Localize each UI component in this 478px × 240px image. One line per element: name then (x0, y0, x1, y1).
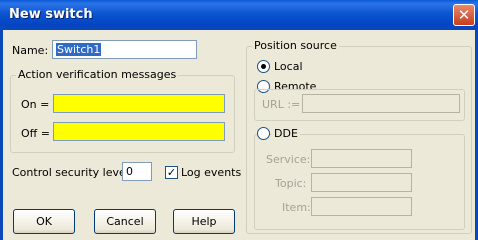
item-input[interactable] (311, 197, 412, 216)
local-radio[interactable] (257, 60, 270, 73)
log-events-checkbox[interactable]: ✓ (165, 166, 178, 179)
security-level-label: Control security level: (12, 166, 133, 179)
title-bar[interactable]: New switch ✕ (0, 0, 478, 30)
cancel-button[interactable]: Cancel (94, 209, 156, 234)
item-label: Item: (282, 201, 311, 214)
position-source-title: Position source (252, 39, 339, 52)
off-message-input[interactable] (53, 122, 225, 141)
dde-radio[interactable] (257, 127, 270, 140)
log-events-label: Log events (181, 166, 242, 179)
local-label: Local (274, 60, 303, 73)
close-icon: ✕ (457, 6, 471, 24)
dde-label: DDE (272, 127, 300, 140)
service-label: Service: (266, 153, 311, 166)
on-message-input[interactable] (53, 94, 225, 113)
security-level-input[interactable]: 0 (122, 162, 152, 181)
action-messages-group (10, 75, 235, 153)
on-label: On = (21, 98, 50, 111)
name-value: Switch1 (56, 43, 102, 56)
off-label: Off = (21, 127, 50, 140)
checkmark-icon: ✓ (166, 166, 177, 179)
action-messages-title: Action verification messages (16, 68, 179, 81)
service-input[interactable] (311, 149, 412, 168)
ok-button[interactable]: OK (13, 209, 75, 234)
window-frame-left (0, 30, 3, 240)
url-label: URL := (262, 98, 301, 111)
help-button[interactable]: Help (173, 209, 235, 234)
url-input[interactable] (302, 94, 460, 113)
name-input[interactable]: Switch1 (52, 40, 197, 59)
topic-input[interactable] (311, 173, 412, 192)
window-title: New switch (9, 7, 93, 22)
topic-label: Topic: (275, 177, 307, 190)
name-label: Name: (12, 44, 49, 57)
close-button[interactable]: ✕ (453, 4, 475, 26)
